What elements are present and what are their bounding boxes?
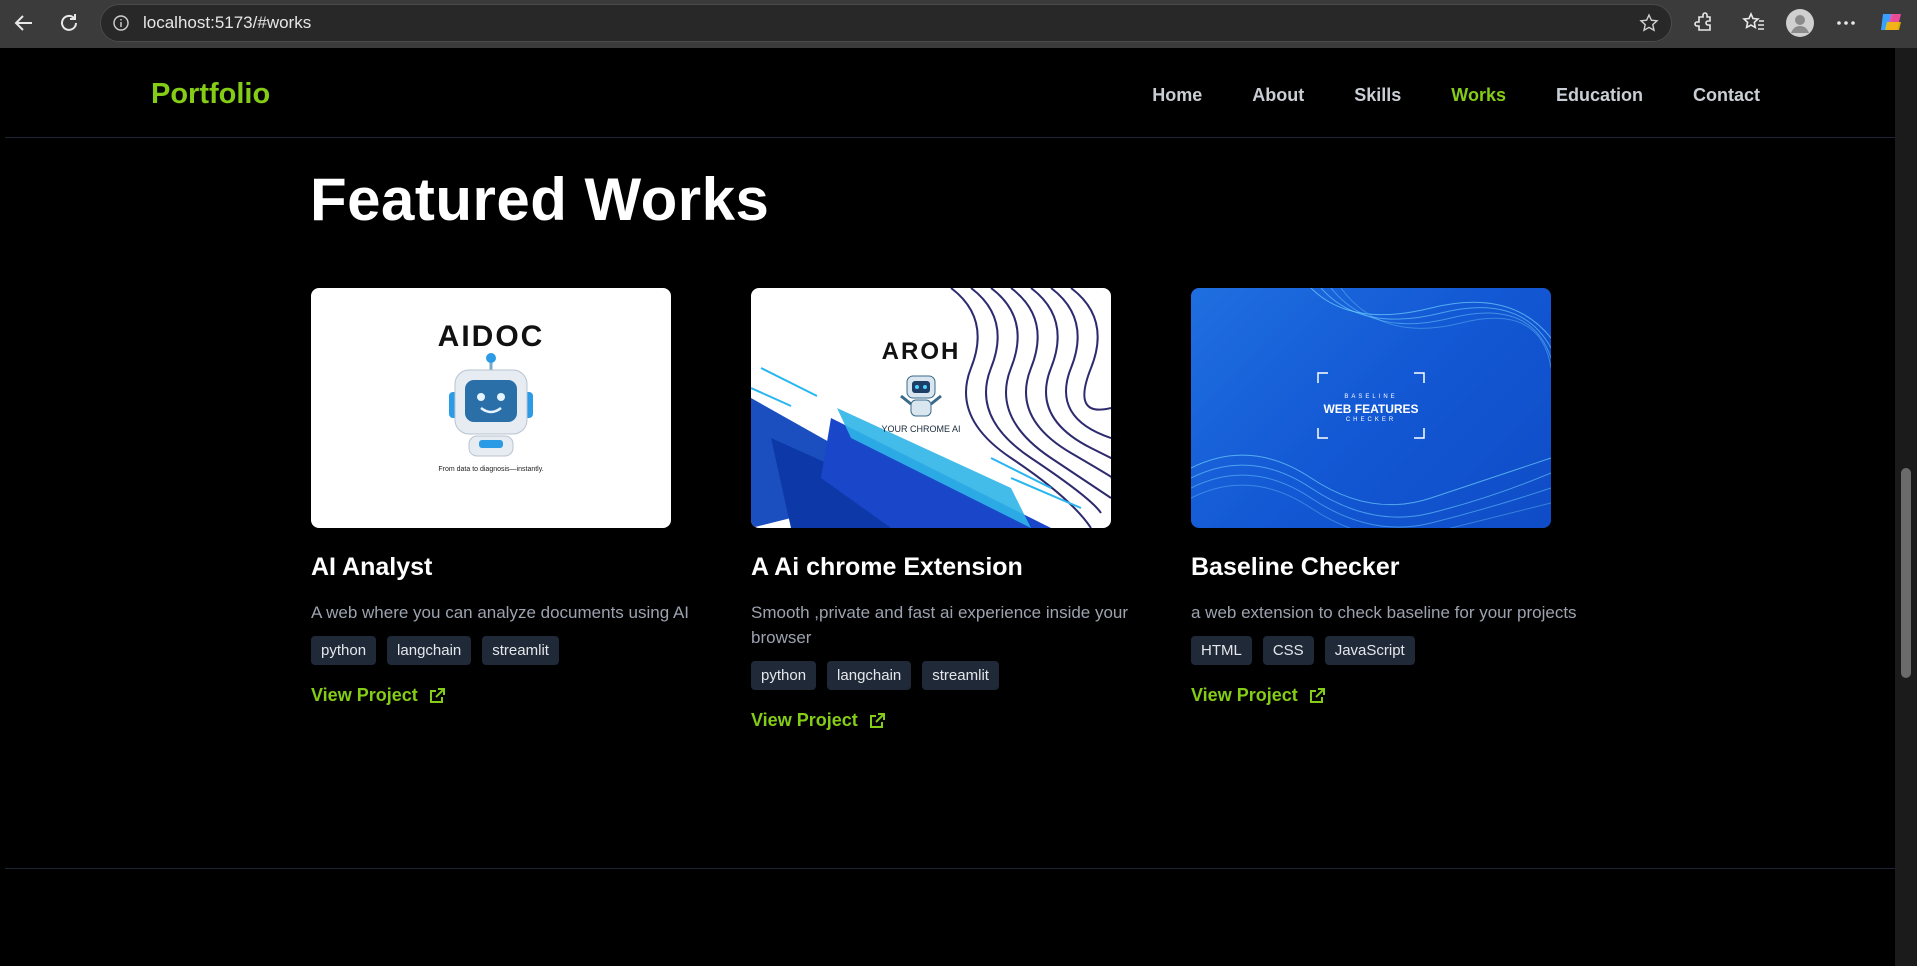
- image-text-line2: WEB FEATURES: [1323, 402, 1419, 416]
- tag-langchain: langchain: [827, 661, 912, 690]
- view-project-link[interactable]: View Project: [1191, 685, 1571, 706]
- site-navbar: Portfolio Home About Skills Works Educat…: [5, 52, 1895, 138]
- project-card: AROH YOUR CHROME AI A Ai chrome Extensio…: [751, 288, 1131, 731]
- tag-css: CSS: [1262, 636, 1314, 665]
- nav-link-about[interactable]: About: [1252, 85, 1304, 106]
- nav-link-works[interactable]: Works: [1451, 85, 1506, 106]
- image-text-line3: CHECKER: [1345, 417, 1397, 423]
- project-title: A Ai chrome Extension: [751, 553, 1023, 581]
- tag-html: HTML: [1191, 636, 1252, 665]
- image-heading: AROH: [881, 338, 961, 365]
- nav-link-skills[interactable]: Skills: [1354, 85, 1401, 106]
- project-card: BASELINE WEB FEATURES CHECKER Baseline C…: [1191, 288, 1577, 706]
- image-caption: From data to diagnosis—instantly.: [438, 466, 544, 473]
- section-divider: [5, 868, 1895, 869]
- portfolio-page: Portfolio Home About Skills Works Educat…: [5, 48, 1895, 966]
- page-scrollbar[interactable]: [1895, 48, 1917, 966]
- back-arrow-icon[interactable]: [11, 10, 37, 36]
- view-project-label: View Project: [751, 710, 858, 730]
- tag-python: python: [751, 661, 817, 690]
- url-text[interactable]: localhost:5173/#works: [143, 13, 311, 33]
- project-card: AIDOC From data to diagnosis—instantly. …: [311, 288, 691, 706]
- robot-mascot-icon: [449, 353, 533, 457]
- view-project-label: View Project: [1191, 685, 1298, 705]
- profile-avatar-icon[interactable]: [1785, 8, 1815, 38]
- browser-toolbar: localhost:5173/#works: [0, 0, 1917, 48]
- tag-list: python langchain streamlit: [311, 636, 691, 665]
- scrollbar-thumb[interactable]: [1901, 468, 1911, 678]
- reload-icon[interactable]: [56, 10, 82, 36]
- view-project-link[interactable]: View Project: [311, 685, 691, 706]
- external-link-icon: [429, 687, 445, 703]
- section-title: Featured Works: [310, 166, 770, 233]
- tag-streamlit: streamlit: [482, 636, 559, 665]
- project-image-aidoc[interactable]: AIDOC From data to diagnosis—instantly.: [311, 288, 671, 528]
- project-title: Baseline Checker: [1191, 553, 1400, 581]
- image-caption: YOUR CHROME AI: [881, 424, 961, 434]
- external-link-icon: [1309, 687, 1325, 703]
- project-image-baseline[interactable]: BASELINE WEB FEATURES CHECKER: [1191, 288, 1551, 528]
- tag-streamlit: streamlit: [922, 661, 999, 690]
- external-link-icon: [869, 712, 885, 728]
- project-description: A web where you can analyze documents us…: [311, 603, 690, 622]
- nav-link-education[interactable]: Education: [1556, 85, 1643, 106]
- tag-langchain: langchain: [387, 636, 472, 665]
- extensions-icon[interactable]: [1691, 10, 1717, 36]
- nav-links: Home About Skills Works Education Contac…: [1152, 85, 1760, 106]
- project-description: a web extension to check baseline for yo…: [1191, 603, 1577, 622]
- view-project-label: View Project: [311, 685, 418, 705]
- tag-list: python langchain streamlit: [751, 661, 1131, 690]
- nav-link-contact[interactable]: Contact: [1693, 85, 1760, 106]
- image-heading: AIDOC: [437, 320, 545, 353]
- copilot-icon[interactable]: [1877, 8, 1905, 36]
- site-info-icon[interactable]: [113, 15, 129, 31]
- robot-mascot-icon: [900, 375, 942, 417]
- more-options-icon[interactable]: [1833, 10, 1859, 36]
- tag-python: python: [311, 636, 377, 665]
- brand-logo[interactable]: Portfolio: [151, 78, 270, 111]
- view-project-link[interactable]: View Project: [751, 710, 1131, 731]
- project-image-aroh[interactable]: AROH YOUR CHROME AI: [751, 288, 1111, 528]
- nav-link-home[interactable]: Home: [1152, 85, 1202, 106]
- image-text-line1: BASELINE: [1344, 394, 1398, 400]
- bookmark-star-icon[interactable]: [1639, 13, 1659, 33]
- project-title: AI Analyst: [311, 553, 433, 581]
- tag-javascript: JavaScript: [1324, 636, 1415, 665]
- address-bar[interactable]: localhost:5173/#works: [100, 4, 1672, 42]
- favorites-icon[interactable]: [1741, 10, 1767, 36]
- project-description: Smooth ,private and fast ai experience i…: [751, 603, 1129, 647]
- tag-list: HTML CSS JavaScript: [1191, 636, 1571, 665]
